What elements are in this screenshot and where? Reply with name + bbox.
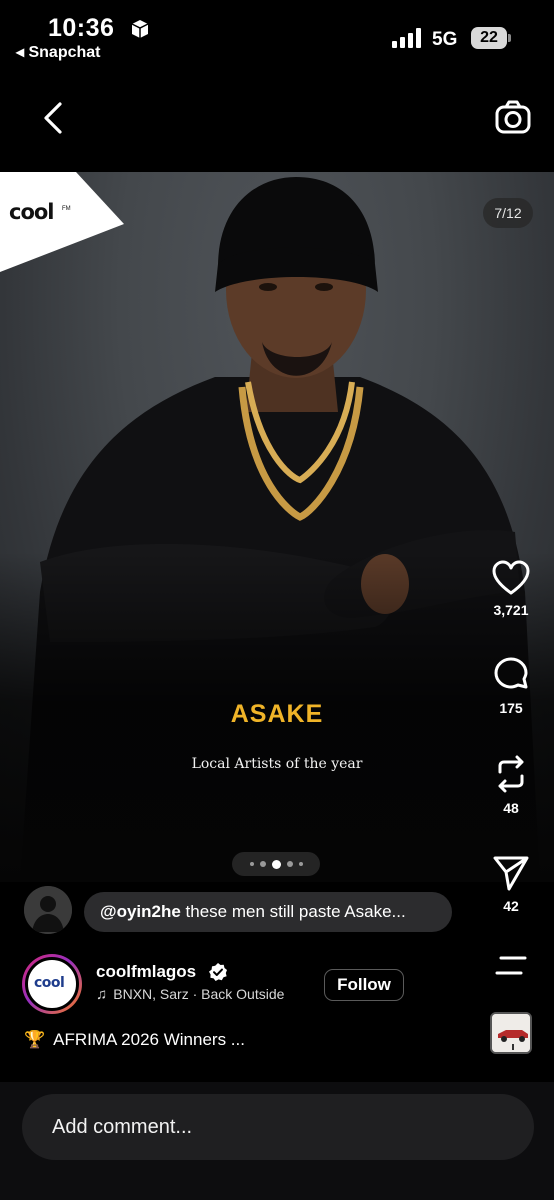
- camera-icon[interactable]: [494, 100, 532, 136]
- commenter-avatar[interactable]: [24, 886, 72, 934]
- logo-text: cool: [9, 200, 55, 224]
- trophy-icon: 🏆: [24, 1030, 46, 1049]
- carousel-dot: [249, 862, 254, 866]
- award-title: Local Artists of the year: [191, 756, 363, 772]
- carousel-dot-active: [271, 859, 281, 869]
- like-button[interactable]: 3,721: [486, 560, 536, 618]
- network-label: 5G: [432, 29, 458, 50]
- heart-icon: [492, 560, 530, 595]
- slide-counter: 7/12: [483, 198, 533, 228]
- cube-icon: [131, 20, 149, 38]
- audio-thumbnail[interactable]: [490, 1012, 532, 1054]
- post-caption[interactable]: 🏆 AFRIMA 2026 Winners ...: [24, 1030, 245, 1050]
- battery-icon: 22: [471, 27, 511, 49]
- carousel-indicator: [232, 852, 320, 876]
- artist-name: ASAKE: [230, 700, 324, 728]
- add-comment-input[interactable]: Add comment...: [22, 1094, 534, 1160]
- repost-button[interactable]: 48: [486, 754, 536, 816]
- status-bar: 10:36 ◂ Snapchat 5G 22: [0, 0, 554, 66]
- comment-count: 175: [499, 700, 523, 716]
- back-to-app-link[interactable]: ◂ Snapchat: [16, 42, 101, 62]
- music-track: BNXN, Sarz · Back Outside: [113, 986, 285, 1002]
- more-options-icon[interactable]: [494, 955, 528, 979]
- send-icon: [493, 856, 529, 891]
- caption-text: AFRIMA 2026 Winners ...: [53, 1030, 245, 1049]
- repost-count: 48: [503, 800, 519, 816]
- chevron-left-icon[interactable]: [38, 100, 70, 136]
- battery-level: 22: [471, 27, 507, 49]
- comment-text: these men still paste Asake...: [180, 902, 406, 921]
- share-count: 42: [503, 898, 519, 914]
- logo-sub: FM: [62, 206, 71, 212]
- follow-button[interactable]: Follow: [324, 969, 404, 1001]
- repost-icon: [498, 755, 524, 793]
- verified-badge-icon: [209, 963, 227, 981]
- share-button[interactable]: 42: [486, 854, 536, 914]
- account-name[interactable]: coolfmlagos: [96, 962, 196, 982]
- music-note-icon: ♫: [96, 986, 108, 1003]
- music-info[interactable]: ♫ BNXN, Sarz · Back Outside: [96, 986, 284, 1003]
- thumbnail-image: [492, 1014, 530, 1052]
- post-media[interactable]: cool FM 7/12 ASAKE Local Artists of the …: [0, 172, 554, 882]
- status-time: 10:36: [48, 14, 115, 42]
- like-count: 3,721: [493, 602, 529, 618]
- comment-bubble-icon: [494, 657, 528, 689]
- signal-icon: [392, 28, 421, 48]
- carousel-dot: [298, 862, 303, 866]
- carousel-dot: [286, 861, 293, 867]
- comment-button[interactable]: 175: [486, 656, 536, 716]
- account-avatar-text: cool: [34, 975, 65, 991]
- carousel-dot: [259, 861, 266, 867]
- comment-user: @oyin2he: [100, 902, 181, 921]
- account-avatar[interactable]: cool: [22, 954, 82, 1014]
- top-comment-bubble[interactable]: @oyin2he these men still paste Asake...: [84, 892, 452, 932]
- avatar-image: [24, 886, 72, 934]
